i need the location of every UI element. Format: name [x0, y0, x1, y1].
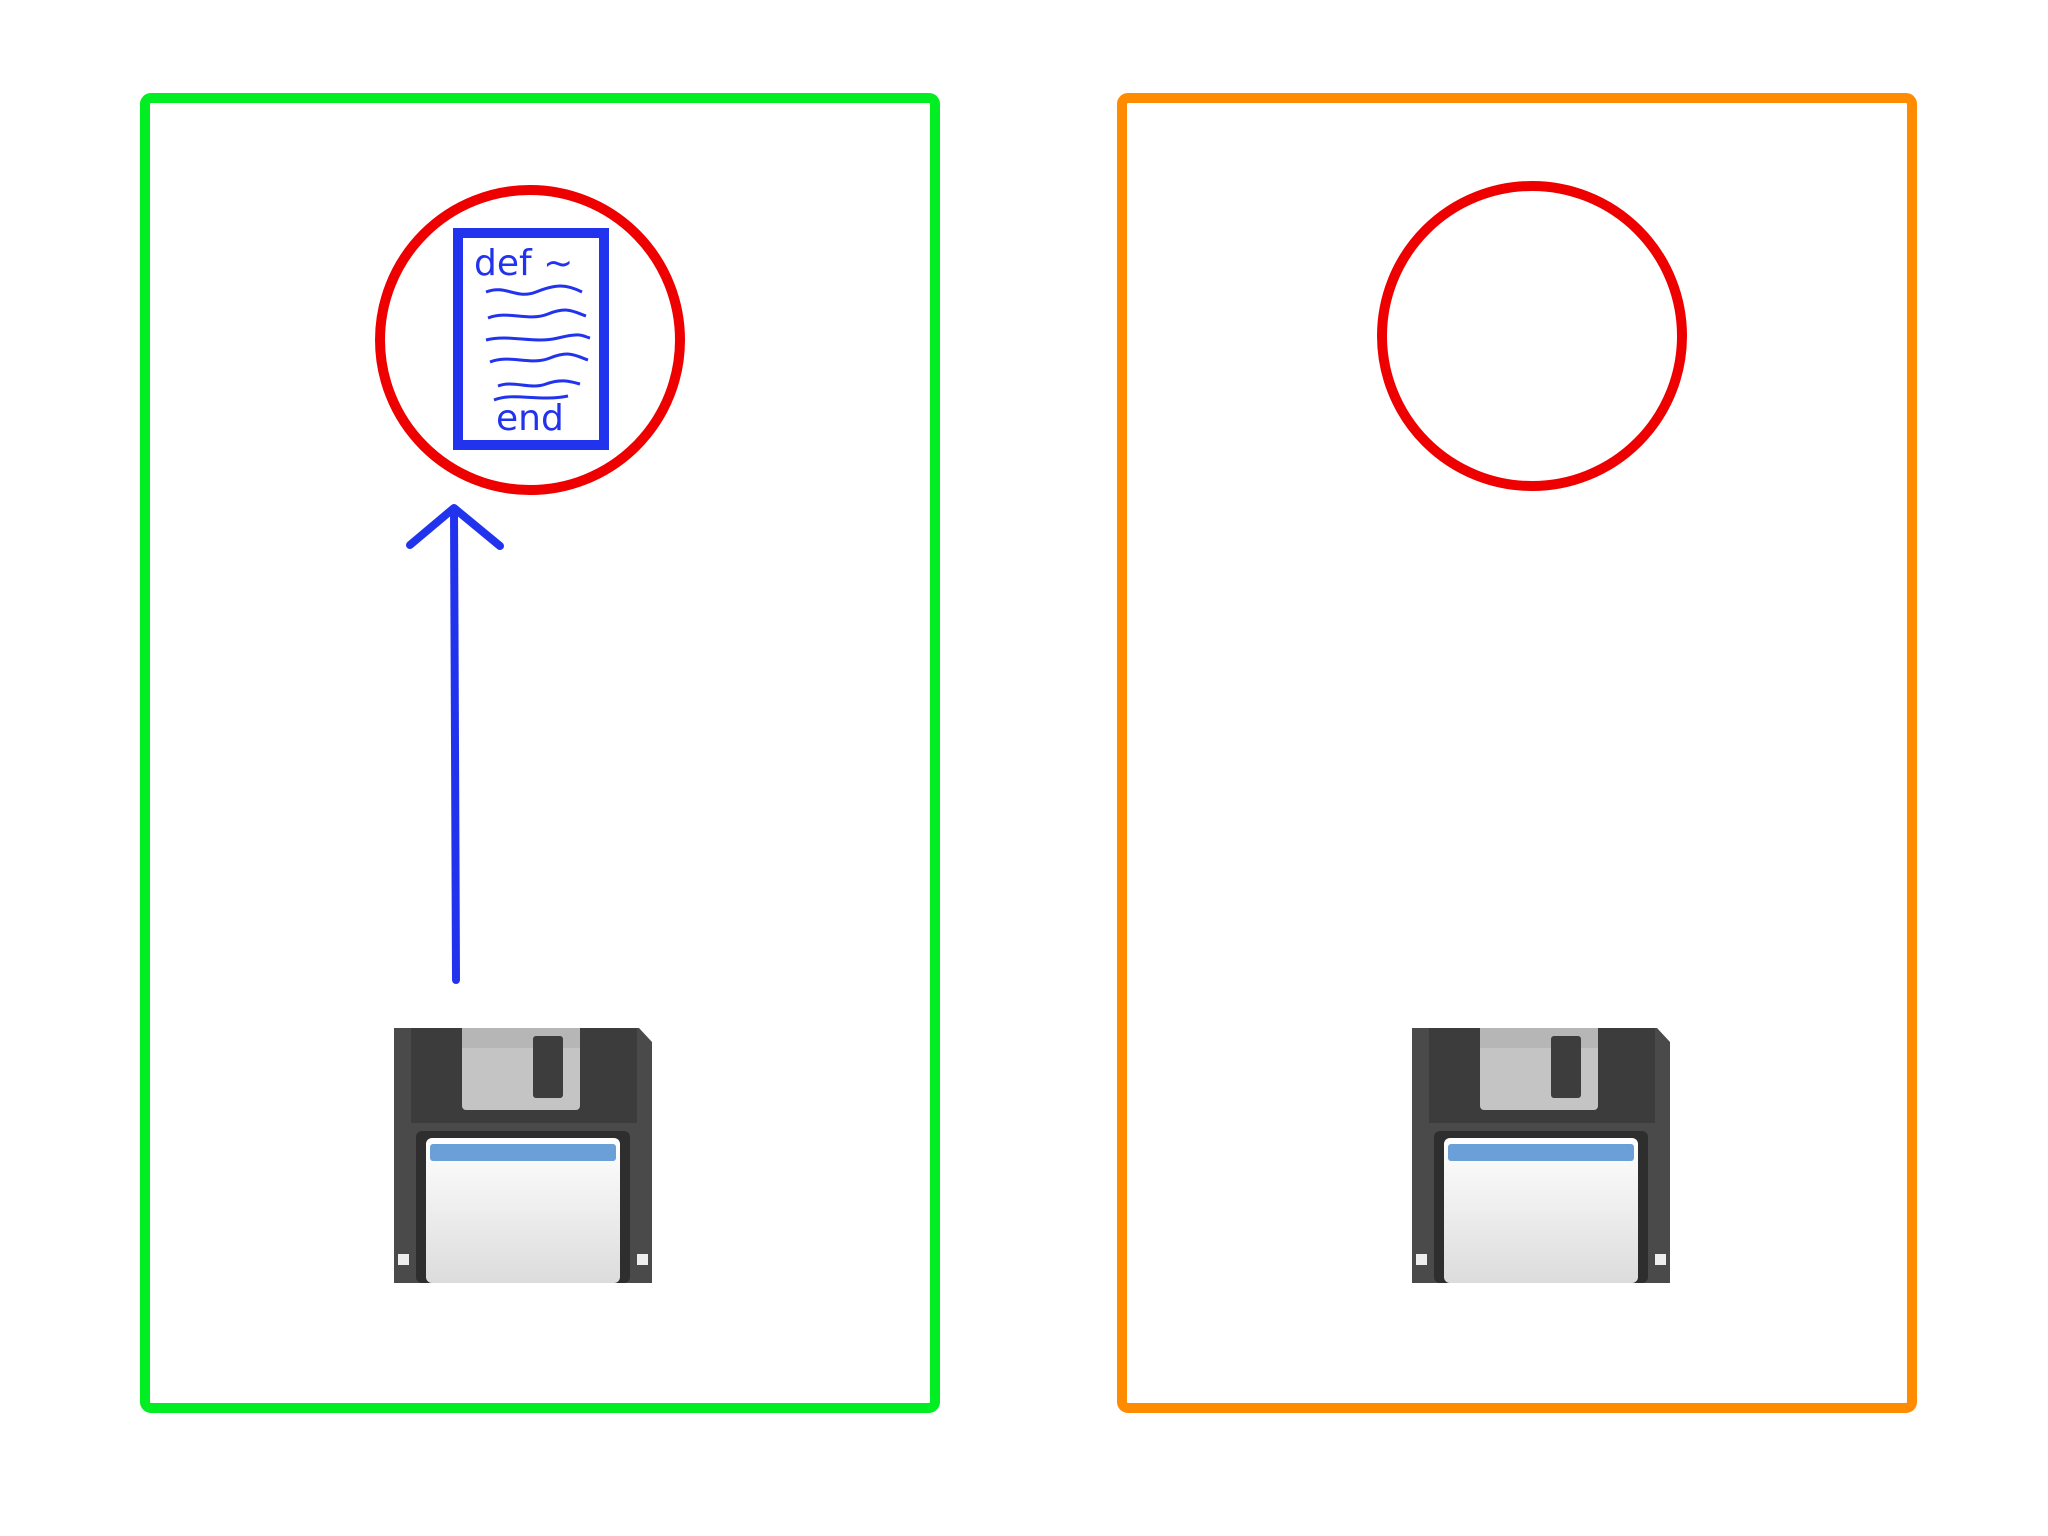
script-def-text: def ~	[474, 243, 573, 284]
left-floppy-disk-icon	[394, 1028, 652, 1283]
script-end-text: end	[496, 398, 564, 439]
arrow-up-icon	[406, 504, 504, 984]
script-document-icon: def ~ end	[453, 228, 609, 450]
diagram-canvas: def ~ end	[140, 93, 1917, 1413]
right-slot-circle	[1377, 181, 1687, 491]
right-floppy-disk-icon	[1412, 1028, 1670, 1283]
